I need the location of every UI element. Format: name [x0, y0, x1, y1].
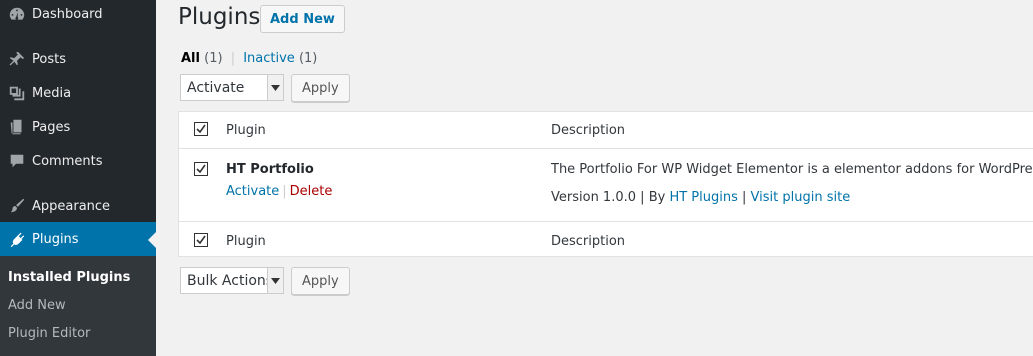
column-footer-description[interactable]: Description — [551, 234, 625, 249]
table-footer-row: Plugin Description — [179, 221, 1033, 257]
sidebar-item-label: Comments — [32, 153, 103, 169]
table-header-row: Plugin Description — [179, 112, 1033, 149]
select-all-checkbox-footer[interactable] — [194, 233, 208, 247]
sidebar-item-plugins[interactable]: Plugins — [0, 222, 156, 256]
delete-link[interactable]: Delete — [290, 184, 333, 199]
filter-all[interactable]: All — [181, 51, 200, 66]
comment-icon — [0, 144, 32, 178]
sidebar-item-label: Posts — [32, 51, 66, 67]
sidebar-item-label: Media — [32, 85, 72, 101]
sidebar-item-comments[interactable]: Comments — [0, 144, 156, 178]
filter-separator: | — [230, 51, 236, 66]
select-value: Bulk Actions — [187, 272, 274, 289]
add-new-button[interactable]: Add New — [260, 5, 345, 33]
row-checkbox[interactable] — [194, 162, 208, 176]
plugin-version-line: Version 1.0.0 | By HT Plugins | Visit pl… — [551, 190, 850, 205]
pin-icon — [0, 42, 32, 76]
apply-button-top[interactable]: Apply — [291, 74, 350, 102]
by-text: By — [648, 190, 666, 205]
select-value: Activate — [187, 79, 245, 96]
column-header-plugin[interactable]: Plugin — [226, 123, 266, 138]
bulk-action-select-bottom[interactable]: Bulk Actions — [180, 267, 284, 294]
submenu-plugin-editor[interactable]: Plugin Editor — [8, 326, 90, 341]
brush-icon — [0, 189, 32, 223]
activate-link[interactable]: Activate — [226, 184, 279, 199]
sidebar-item-pages[interactable]: Pages — [0, 110, 156, 144]
column-header-description[interactable]: Description — [551, 123, 625, 138]
table-row: HT Portfolio Activate | Delete The Portfol… — [179, 149, 1033, 221]
author-link[interactable]: HT Plugins — [669, 190, 737, 205]
sidebar-item-media[interactable]: Media — [0, 76, 156, 110]
row-actions: Activate | Delete — [226, 184, 332, 199]
sidebar-item-appearance[interactable]: Appearance — [0, 189, 156, 223]
meta-separator: | — [742, 190, 747, 205]
filter-inactive-count: (1) — [298, 51, 318, 66]
sidebar-item-label: Pages — [32, 119, 71, 135]
bulk-action-select-top[interactable]: Activate — [180, 74, 284, 101]
filter-inactive[interactable]: Inactive — [243, 51, 295, 66]
plugin-description: The Portfolio For WP Widget Elementor is… — [551, 162, 1033, 177]
pages-icon — [0, 110, 32, 144]
plug-icon — [0, 222, 32, 256]
admin-sidebar: Dashboard Posts Media Pages Comments App… — [0, 0, 156, 356]
chevron-down-icon — [267, 268, 283, 293]
chevron-down-icon — [267, 75, 283, 100]
action-separator: | — [282, 184, 287, 199]
submenu-add-new[interactable]: Add New — [8, 298, 66, 313]
version-text: Version 1.0.0 — [551, 190, 637, 205]
visit-site-link[interactable]: Visit plugin site — [751, 190, 851, 205]
sidebar-item-dashboard[interactable]: Dashboard — [0, 0, 156, 31]
sidebar-item-posts[interactable]: Posts — [0, 42, 156, 76]
sidebar-item-label: Dashboard — [32, 6, 103, 22]
apply-button-bottom[interactable]: Apply — [291, 267, 350, 295]
status-filters: All (1) | Inactive (1) — [181, 51, 317, 66]
column-footer-plugin[interactable]: Plugin — [226, 234, 266, 249]
filter-all-count: (1) — [204, 51, 223, 66]
select-all-checkbox[interactable] — [194, 122, 208, 136]
sidebar-item-label: Plugins — [32, 231, 79, 247]
plugin-title: HT Portfolio — [226, 162, 314, 177]
plugins-table: Plugin Description HT Portfolio Activate… — [178, 111, 1033, 257]
plugins-submenu: Installed Plugins Add New Plugin Editor — [0, 256, 156, 356]
page-title: Plugins — [178, 4, 261, 30]
meta-separator: | — [640, 190, 645, 205]
sidebar-item-label: Appearance — [32, 198, 111, 214]
dashboard-icon — [0, 0, 32, 31]
media-icon — [0, 76, 32, 110]
submenu-installed-plugins[interactable]: Installed Plugins — [8, 270, 130, 285]
